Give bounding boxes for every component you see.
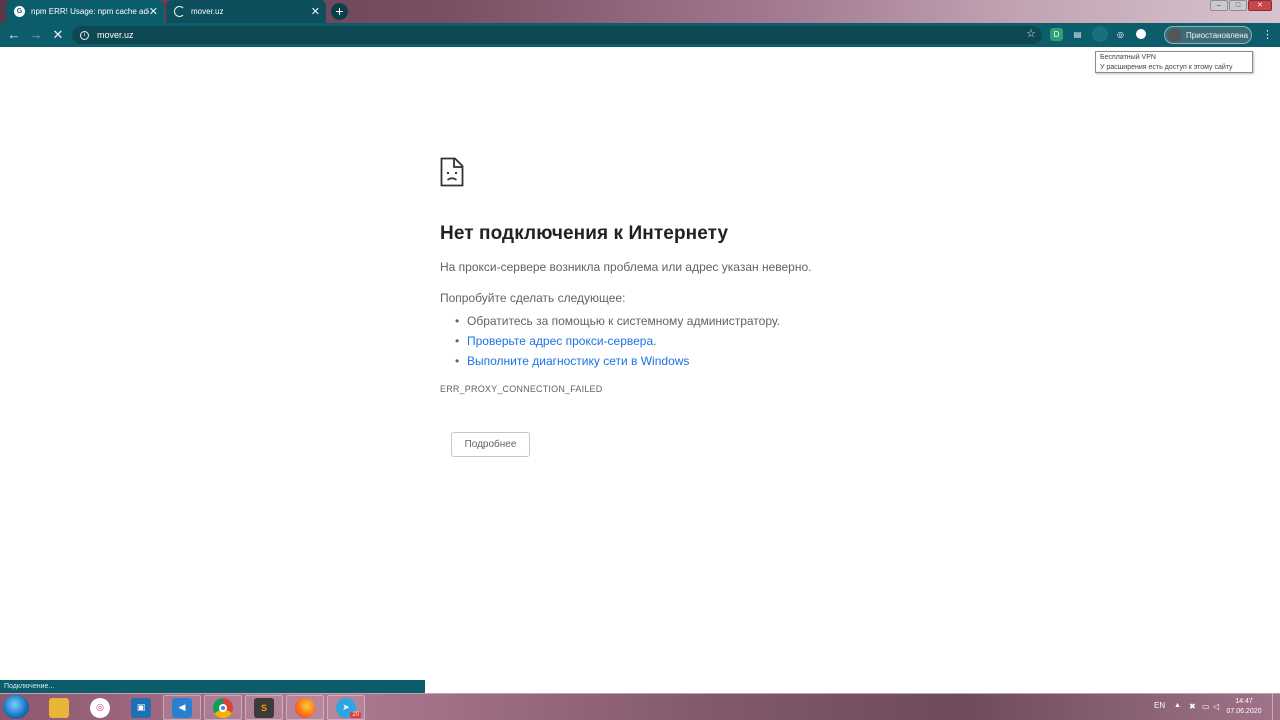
loading-spinner-icon — [174, 6, 185, 17]
menu-dots-icon[interactable]: ⋮ — [1262, 28, 1273, 42]
show-desktop-button[interactable] — [1272, 694, 1280, 720]
clock-time: 14:47 — [1235, 698, 1253, 705]
profile-button[interactable]: Приостановлена — [1164, 26, 1252, 44]
windows-start-button[interactable] — [3, 695, 29, 719]
tab-strip: G npm ERR! Usage: npm cache add ✕ mover.… — [0, 0, 1280, 23]
forward-arrow-icon[interactable]: → — [28, 27, 44, 43]
tab-title: mover.uz — [191, 7, 224, 16]
suggestions-label: Попробуйте сделать следующее: — [440, 291, 626, 305]
google-icon: G — [14, 6, 25, 17]
taskbar-chrome[interactable] — [204, 695, 242, 720]
error-heading: Нет подключения к Интернету — [440, 223, 729, 244]
firefox-icon — [295, 697, 315, 718]
maximize-button[interactable]: □ — [1229, 0, 1247, 11]
status-bubble: Подключение... — [0, 680, 425, 693]
site-info-icon[interactable]: i — [80, 30, 89, 40]
suggestion-network-diagnostics-link[interactable]: Выполните диагностику сети в Windows — [455, 351, 960, 371]
clock[interactable]: 14:47 07.06.2020 — [1224, 697, 1264, 717]
close-tab-icon[interactable]: ✕ — [311, 5, 320, 18]
taskbar-sublime-text[interactable]: S — [245, 695, 283, 720]
extension-d-icon[interactable]: D — [1050, 28, 1063, 41]
network-icon[interactable]: ✖ — [1189, 702, 1198, 711]
avatar — [1168, 28, 1181, 42]
virtualbox-icon: ▣ — [131, 697, 151, 718]
suggestions-list: Обратитесь за помощью к системному админ… — [440, 311, 960, 371]
tab-title: npm ERR! Usage: npm cache add — [31, 7, 149, 16]
details-button[interactable]: Подробнее — [451, 432, 530, 457]
tooltip-text: У расширения есть доступ к этому сайту — [1100, 64, 1233, 71]
extension-tooltip: Бесплатный VPN У расширения есть доступ … — [1095, 51, 1253, 73]
bookmark-star-icon[interactable]: ☆ — [1026, 27, 1036, 40]
taskbar-instagram[interactable]: ◎ — [81, 695, 119, 720]
vscode-icon: ◀ — [172, 697, 192, 718]
error-description: На прокси-сервере возникла проблема или … — [440, 260, 812, 274]
close-tab-icon[interactable]: ✕ — [149, 5, 158, 18]
tab-npm[interactable]: G npm ERR! Usage: npm cache add ✕ — [6, 0, 164, 23]
close-window-button[interactable]: ✕ — [1248, 0, 1272, 11]
extension-clipboard-icon[interactable]: ▤ — [1071, 28, 1084, 41]
suggestion-check-proxy-link[interactable]: Проверьте адрес прокси-сервера. — [455, 331, 960, 351]
profile-status: Приостановлена — [1186, 30, 1249, 40]
vpn-extension-icon[interactable] — [1092, 26, 1108, 42]
extension-target-icon[interactable]: ◎ — [1114, 28, 1127, 41]
taskbar-virtualbox[interactable]: ▣ — [122, 695, 160, 720]
taskbar-file-explorer[interactable] — [40, 695, 78, 720]
back-arrow-icon[interactable]: ← — [6, 27, 22, 43]
url-text: mover.uz — [97, 30, 134, 40]
new-tab-button[interactable]: + — [331, 3, 348, 20]
volume-icon[interactable]: ◁ — [1213, 702, 1222, 711]
minimize-button[interactable]: – — [1210, 0, 1228, 11]
file-explorer-icon — [49, 697, 69, 718]
error-code: ERR_PROXY_CONNECTION_FAILED — [440, 384, 603, 394]
tooltip-title: Бесплатный VPN — [1100, 54, 1156, 61]
sublime-text-icon: S — [254, 697, 274, 718]
clock-date: 07.06.2020 — [1226, 708, 1262, 715]
stop-loading-icon[interactable]: ✕ — [50, 27, 66, 43]
chrome-icon — [213, 697, 233, 718]
telegram-badge: 20 — [350, 712, 361, 718]
show-hidden-icons-icon[interactable]: ▲ — [1174, 702, 1181, 709]
window-controls: – □ ✕ — [1210, 0, 1272, 11]
tab-mover[interactable]: mover.uz ✕ — [166, 0, 326, 23]
extension-circle-icon[interactable] — [1136, 29, 1146, 39]
suggestion-contact-admin: Обратитесь за помощью к системному админ… — [455, 311, 960, 331]
taskbar-firefox[interactable] — [286, 695, 324, 720]
instagram-icon: ◎ — [90, 697, 110, 718]
sad-document-icon — [440, 157, 464, 187]
taskbar: ◎ ▣ ◀ S ➤ 20 EN ▲ ✖ ▭ ◁ 14:47 07.06.2020 — [0, 693, 1280, 720]
action-center-icon[interactable]: ▭ — [1202, 702, 1211, 711]
address-bar[interactable]: i mover.uz ☆ — [72, 26, 1042, 44]
browser-toolbar: ← → ✕ i mover.uz ☆ D ▤ ◎ Приостановлена … — [0, 23, 1280, 47]
error-page: Нет подключения к Интернету На прокси-се… — [440, 157, 960, 457]
taskbar-telegram[interactable]: ➤ 20 — [327, 695, 365, 720]
taskbar-vscode[interactable]: ◀ — [163, 695, 201, 720]
language-indicator[interactable]: EN — [1154, 701, 1165, 710]
